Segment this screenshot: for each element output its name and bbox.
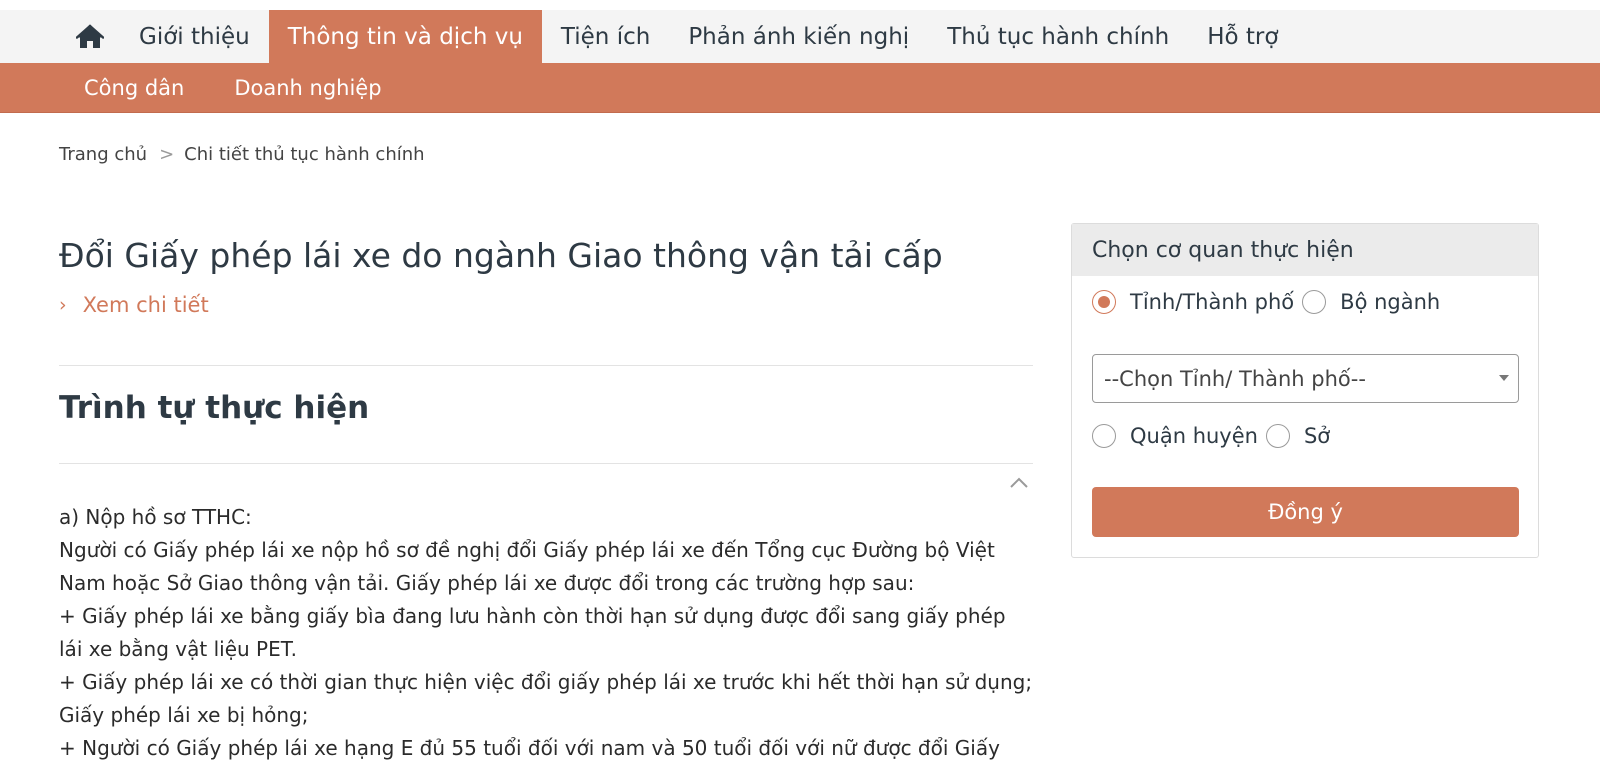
subnav-item-doanh-nghiep[interactable]: Doanh nghiệp (216, 76, 399, 100)
radio-label: Tỉnh/Thành phố (1130, 290, 1295, 314)
level-radio-group: Tỉnh/Thành phố Bộ ngành (1092, 290, 1448, 314)
main-content: Đổi Giấy phép lái xe do ngành Giao thông… (59, 236, 1033, 317)
content-line: Giấy phép lái xe bị hỏng; (59, 703, 309, 727)
content-line: Nam hoặc Sở Giao thông vận tải. Giấy phé… (59, 571, 915, 595)
divider (59, 463, 1033, 464)
chevron-up-icon[interactable] (1008, 475, 1030, 491)
breadcrumb: Trang chủ > Chi tiết thủ tục hành chính (59, 144, 425, 165)
divider (59, 365, 1033, 366)
nav-item-ho-tro[interactable]: Hỗ trợ (1188, 10, 1297, 63)
nav-item-gioi-thieu[interactable]: Giới thiệu (120, 10, 269, 63)
view-detail-label: Xem chi tiết (82, 293, 209, 317)
nav-item-thu-tuc-hanh-chinh[interactable]: Thủ tục hành chính (928, 10, 1188, 63)
nav-item-phan-anh-kien-nghi[interactable]: Phản ánh kiến nghị (669, 10, 928, 63)
content-line: + Giấy phép lái xe bằng giấy bìa đang lư… (59, 604, 1006, 628)
radio-tinh-thanh-pho[interactable] (1092, 290, 1116, 314)
content-line: Người có Giấy phép lái xe nộp hồ sơ đề n… (59, 538, 995, 562)
breadcrumb-current: Chi tiết thủ tục hành chính (184, 144, 425, 165)
breadcrumb-separator: > (159, 144, 175, 165)
nav-item-tien-ich[interactable]: Tiện ích (542, 10, 669, 63)
view-detail-link[interactable]: › Xem chi tiết (59, 293, 1033, 317)
unit-radio-group: Quận huyện Sở (1092, 424, 1338, 448)
page-title: Đổi Giấy phép lái xe do ngành Giao thông… (59, 236, 943, 275)
radio-label: Sở (1303, 424, 1331, 448)
sub-navigation: Công dân Doanh nghiệp (0, 63, 1600, 113)
procedure-content: a) Nộp hồ sơ TTHC: Người có Giấy phép lá… (59, 501, 1033, 765)
content-line: + Người có Giấy phép lái xe hạng E đủ 55… (59, 736, 1000, 760)
radio-label: Quận huyện (1130, 424, 1258, 448)
subnav-item-cong-dan[interactable]: Công dân (66, 76, 202, 100)
radio-label: Bộ ngành (1340, 290, 1441, 314)
radio-bo-nganh[interactable] (1302, 290, 1327, 314)
main-nav: Giới thiệu Thông tin và dịch vụ Tiện ích… (60, 10, 1297, 63)
agency-selection-panel: Chọn cơ quan thực hiện Tỉnh/Thành phố Bộ… (1071, 223, 1539, 558)
radio-so[interactable] (1265, 424, 1290, 448)
content-line: + Giấy phép lái xe có thời gian thực hiệ… (59, 670, 1033, 694)
submit-button[interactable]: Đồng ý (1092, 487, 1519, 537)
chevron-right-icon: › (59, 294, 67, 316)
sub-nav: Công dân Doanh nghiệp (66, 63, 414, 113)
top-navigation: Giới thiệu Thông tin và dịch vụ Tiện ích… (0, 10, 1600, 63)
panel-title: Chọn cơ quan thực hiện (1072, 224, 1538, 276)
content-line: a) Nộp hồ sơ TTHC: (59, 505, 252, 529)
content-line: lái xe bằng vật liệu PET. (59, 637, 297, 661)
home-button[interactable] (60, 10, 120, 63)
caret-down-icon (1499, 375, 1509, 381)
province-select[interactable]: --Chọn Tỉnh/ Thành phố-- (1092, 354, 1519, 403)
home-icon (76, 24, 104, 48)
section-title: Trình tự thực hiện (59, 390, 370, 426)
nav-item-thong-tin-dich-vu[interactable]: Thông tin và dịch vụ (268, 10, 542, 63)
radio-quan-huyen[interactable] (1092, 424, 1116, 448)
province-select-value: --Chọn Tỉnh/ Thành phố-- (1104, 366, 1366, 391)
breadcrumb-home-link[interactable]: Trang chủ (59, 144, 147, 165)
